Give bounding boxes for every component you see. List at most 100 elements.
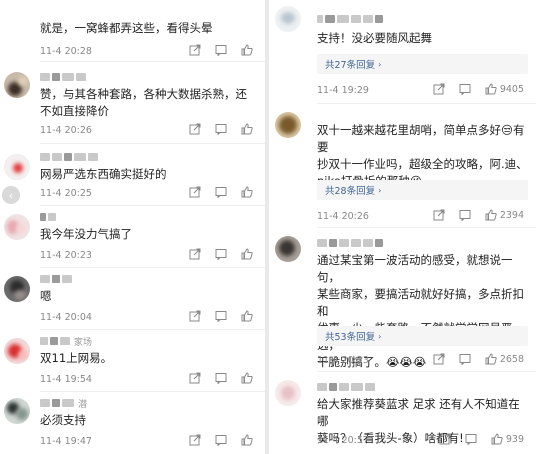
like-count: 2658 — [499, 353, 524, 365]
comment-text: 必须支持 — [40, 413, 86, 427]
share-icon[interactable] — [189, 123, 201, 135]
avatar[interactable] — [4, 72, 30, 98]
comment-time: 11-4 20:25 — [40, 188, 92, 199]
avatar[interactable] — [275, 6, 301, 32]
avatar[interactable] — [4, 276, 30, 302]
comment-item: 家场 双11上网易。 11-4 19:54 — [0, 330, 265, 392]
comment-time: 11-4 20:28 — [40, 46, 92, 57]
chevron-right-icon: › — [378, 59, 382, 69]
like-icon[interactable] — [241, 44, 253, 56]
comment-text: 赞，与其各种套路，各种大数据杀熟，还不如直接降价 — [40, 87, 247, 118]
comment-text: 嗯 — [40, 289, 52, 303]
comment-item: 潜 必须支持 11-4 19:47 — [0, 392, 265, 454]
view-replies-button[interactable]: 共53条回复 › — [317, 326, 528, 346]
like-icon — [485, 209, 497, 221]
comment-time: 11-4 20:04 — [40, 312, 92, 323]
comment-time: 11-4 20:23 — [40, 250, 92, 261]
chevron-right-icon: › — [378, 331, 382, 341]
like-icon[interactable] — [241, 310, 253, 322]
comment-item: 嗯 11-4 20:04 — [0, 268, 265, 330]
like-icon[interactable] — [241, 186, 253, 198]
view-replies-button[interactable]: 共28条回复 › — [317, 180, 528, 200]
comment-item: 给大家推荐葵蓝求 足求 还有人不知道在哪 葵吗？（看我头-象）啥都有! 11-4… — [269, 372, 536, 454]
chevron-right-icon: › — [378, 185, 382, 195]
share-icon[interactable] — [189, 310, 201, 322]
comment-item: 我今年没力气搞了 11-4 20:23 — [0, 206, 265, 268]
username-blurred[interactable] — [40, 274, 72, 284]
share-icon[interactable] — [189, 434, 201, 446]
share-icon[interactable] — [189, 372, 201, 384]
share-icon[interactable] — [189, 44, 201, 56]
comment-item: 双十一越来越花里胡哨，简单点多好😒有要 抄双十一作业吗，超级全的攻略，阿.迪、 … — [269, 104, 536, 228]
view-replies-button[interactable]: 共27条回复 › — [317, 54, 528, 74]
like-count: 939 — [505, 433, 524, 445]
comment-time: 11-4 19:47 — [40, 436, 92, 447]
comment-icon[interactable] — [459, 209, 471, 221]
comment-icon[interactable] — [465, 433, 477, 445]
share-icon[interactable] — [433, 209, 445, 221]
comment-text: 就是，一窝蜂都弄这些，看得头晕 — [40, 21, 213, 35]
username-blurred[interactable]: 潜 — [40, 398, 87, 410]
comments-panel-right: 支持！没必要随风起舞 共27条回复 › 11-4 19:29 9405 双十一越来… — [269, 0, 536, 454]
username-blurred[interactable] — [317, 382, 375, 392]
comment-time: 11-4 19:54 — [40, 374, 92, 385]
like-button[interactable]: 9405 — [485, 83, 524, 95]
like-button[interactable]: 2658 — [485, 353, 524, 365]
comment-icon[interactable] — [215, 248, 227, 260]
like-icon — [485, 83, 497, 95]
like-icon[interactable] — [241, 372, 253, 384]
username-blurred[interactable] — [317, 238, 383, 248]
share-icon[interactable] — [433, 353, 445, 365]
comment-item: 网易严选东西确实挺好的 11-4 20:25 — [0, 144, 265, 206]
username-blurred[interactable] — [40, 152, 98, 162]
like-icon — [485, 353, 497, 365]
comment-icon[interactable] — [215, 44, 227, 56]
comment-time: 11-4 20:26 — [40, 125, 92, 136]
comment-time: 11-4 20:26 — [317, 211, 369, 222]
avatar[interactable] — [275, 236, 301, 262]
comment-text: 我今年没力气搞了 — [40, 227, 132, 241]
like-count: 2394 — [499, 209, 524, 221]
comment-icon[interactable] — [215, 123, 227, 135]
comment-icon[interactable] — [459, 353, 471, 365]
share-icon[interactable] — [189, 186, 201, 198]
like-icon[interactable] — [241, 248, 253, 260]
scroll-back-button[interactable]: ‹ — [2, 186, 20, 204]
username-blurred[interactable] — [317, 14, 383, 24]
comment-time: 11-4 19:29 — [317, 85, 369, 96]
avatar[interactable] — [4, 154, 30, 180]
like-icon[interactable] — [241, 434, 253, 446]
comment-time: 11-4 20:57 — [317, 435, 369, 446]
comment-text: 支持！没必要随风起舞 — [317, 31, 432, 45]
crying-emoji-icon: 😭😭😭 — [386, 355, 427, 369]
username-blurred[interactable] — [40, 212, 56, 222]
like-button[interactable]: 2394 — [485, 209, 524, 221]
share-icon[interactable] — [433, 83, 445, 95]
comment-item: 通过某宝第一波活动的感受，就想说一句， 某些商家，要搞活动就好好搞，多点折扣和 … — [269, 228, 536, 372]
share-icon[interactable] — [439, 433, 451, 445]
comment-icon[interactable] — [215, 186, 227, 198]
comment-icon[interactable] — [215, 372, 227, 384]
comment-text: 网易严选东西确实挺好的 — [40, 167, 167, 181]
comment-icon[interactable] — [459, 83, 471, 95]
avatar[interactable] — [4, 214, 30, 240]
like-count: 9405 — [499, 83, 524, 95]
chevron-left-icon: ‹ — [8, 188, 14, 202]
avatar[interactable] — [275, 112, 301, 138]
avatar[interactable] — [275, 380, 301, 406]
comment-icon[interactable] — [215, 434, 227, 446]
avatar[interactable] — [4, 338, 30, 364]
like-button[interactable]: 939 — [491, 433, 524, 445]
avatar[interactable] — [4, 398, 30, 424]
share-icon[interactable] — [189, 248, 201, 260]
like-icon[interactable] — [241, 123, 253, 135]
comment-text: 双11上网易。 — [40, 351, 113, 365]
emoji-icon: 😒 — [501, 123, 513, 137]
username-blurred[interactable] — [40, 72, 86, 82]
comment-time: 11-4 20:23 — [317, 355, 369, 366]
comment-item: 赞，与其各种套路，各种大数据杀熟，还不如直接降价 11-4 20:26 — [0, 62, 265, 144]
comment-item: 支持！没必要随风起舞 共27条回复 › 11-4 19:29 9405 — [269, 0, 536, 104]
comment-icon[interactable] — [215, 310, 227, 322]
comment-item: 就是，一窝蜂都弄这些，看得头晕 11-4 20:28 — [0, 0, 265, 62]
username-blurred[interactable]: 家场 — [40, 336, 92, 348]
